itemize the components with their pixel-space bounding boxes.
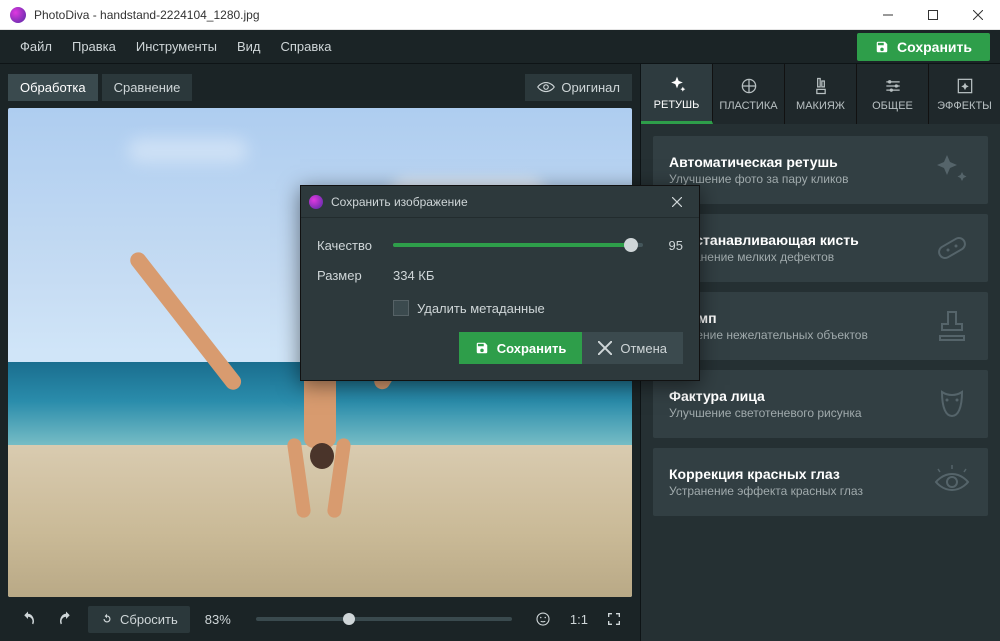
close-icon <box>672 197 682 207</box>
app-logo-icon <box>10 7 26 23</box>
save-image-dialog: Сохранить изображение Качество 95 Размер… <box>300 185 700 381</box>
window-close-button[interactable] <box>955 0 1000 30</box>
window-maximize-button[interactable] <box>910 0 955 30</box>
sparkle-icon <box>932 150 972 190</box>
checkbox-icon <box>393 300 409 316</box>
size-value: 334 КБ <box>393 268 434 283</box>
menu-view[interactable]: Вид <box>227 33 271 60</box>
window-minimize-button[interactable] <box>865 0 910 30</box>
menu-edit[interactable]: Правка <box>62 33 126 60</box>
quality-value: 95 <box>643 238 683 253</box>
tab-effects[interactable]: ЭФФЕКТЫ <box>929 64 1000 124</box>
tab-makeup[interactable]: МАКИЯЖ <box>785 64 857 124</box>
tab-general[interactable]: ОБЩЕЕ <box>857 64 929 124</box>
tab-retouch[interactable]: РЕТУШЬ <box>641 64 713 124</box>
card-healing-brush[interactable]: Восстанавливающая кистьУстранение мелких… <box>653 214 988 282</box>
delete-metadata-checkbox[interactable]: Удалить метаданные <box>393 300 683 316</box>
card-clone-stamp[interactable]: ШтампУдаление нежелательных объектов <box>653 292 988 360</box>
original-toggle-button[interactable]: Оригинал <box>525 74 632 101</box>
card-auto-retouch[interactable]: Автоматическая ретушьУлучшение фото за п… <box>653 136 988 204</box>
retouch-icon <box>667 75 687 95</box>
face-detect-button[interactable] <box>528 606 558 632</box>
app-logo-icon <box>309 195 323 209</box>
bottom-toolbar: Сбросить 83% 1:1 <box>8 597 632 641</box>
redo-button[interactable] <box>50 604 82 634</box>
tab-plastic[interactable]: ПЛАСТИКА <box>713 64 785 124</box>
undo-icon <box>19 610 37 628</box>
redo-icon <box>57 610 75 628</box>
save-icon <box>875 40 889 54</box>
plastic-icon <box>739 76 759 96</box>
save-button[interactable]: Сохранить <box>857 33 990 61</box>
right-tabs: РЕТУШЬ ПЛАСТИКА МАКИЯЖ ОБЩЕЕ ЭФФЕКТЫ <box>641 64 1000 124</box>
sliders-icon <box>883 76 903 96</box>
tab-processing[interactable]: Обработка <box>8 74 98 101</box>
menu-help[interactable]: Справка <box>270 33 341 60</box>
dialog-close-button[interactable] <box>663 188 691 216</box>
fullscreen-icon <box>606 611 622 627</box>
dialog-title: Сохранить изображение <box>331 195 663 209</box>
save-icon <box>475 341 489 355</box>
quality-slider[interactable] <box>393 243 643 247</box>
close-icon <box>598 341 612 355</box>
quality-label: Качество <box>317 238 393 253</box>
eye-icon <box>537 80 555 94</box>
undo-button[interactable] <box>12 604 44 634</box>
fullscreen-button[interactable] <box>600 607 628 631</box>
dialog-cancel-button[interactable]: Отмена <box>582 332 683 364</box>
tab-compare[interactable]: Сравнение <box>102 74 193 101</box>
size-label: Размер <box>317 268 393 283</box>
window-title: PhotoDiva - handstand-2224104_1280.jpg <box>34 8 865 22</box>
window-titlebar: PhotoDiva - handstand-2224104_1280.jpg <box>0 0 1000 30</box>
menu-tools[interactable]: Инструменты <box>126 33 227 60</box>
effects-icon <box>955 76 975 96</box>
zoom-slider[interactable] <box>256 617 512 621</box>
card-red-eye[interactable]: Коррекция красных глазУстранение эффекта… <box>653 448 988 516</box>
zoom-1to1-button[interactable]: 1:1 <box>564 608 594 631</box>
reset-button[interactable]: Сбросить <box>88 606 190 633</box>
menubar: Файл Правка Инструменты Вид Справка Сохр… <box>0 30 1000 64</box>
face-mask-icon <box>932 384 972 424</box>
zoom-value: 83% <box>196 612 240 627</box>
red-eye-icon <box>932 462 972 502</box>
menu-file[interactable]: Файл <box>10 33 62 60</box>
dialog-save-button[interactable]: Сохранить <box>459 332 583 364</box>
face-icon <box>534 610 552 628</box>
makeup-icon <box>811 76 831 96</box>
card-face-texture[interactable]: Фактура лицаУлучшение светотеневого рису… <box>653 370 988 438</box>
reset-icon <box>100 612 114 626</box>
bandage-icon <box>932 228 972 268</box>
stamp-icon <box>932 306 972 346</box>
